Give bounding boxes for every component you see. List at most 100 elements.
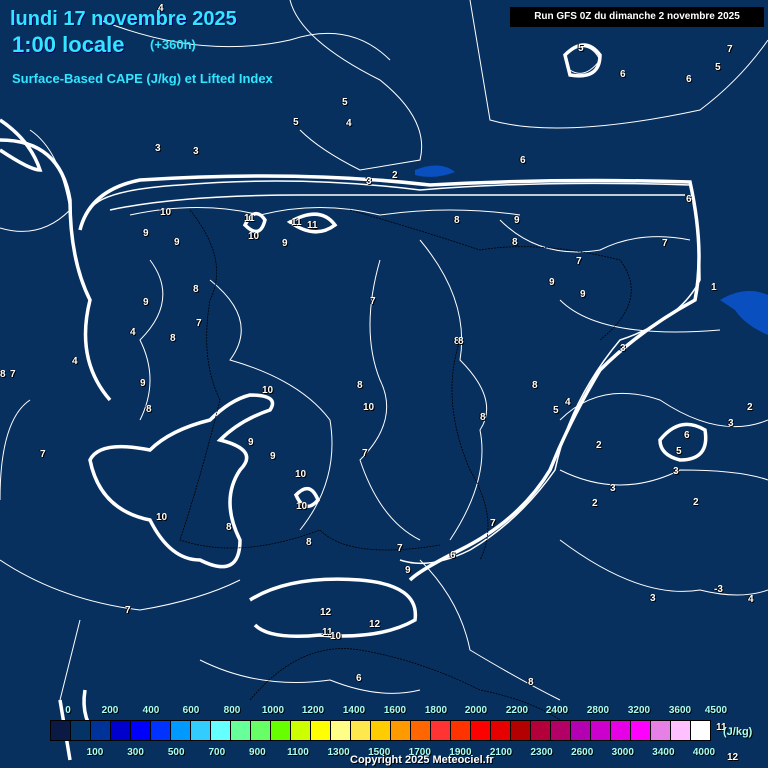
contour-label: 8 (532, 380, 538, 391)
legend-tick-bottom: 2300 (530, 747, 553, 758)
contour-label: 6 (356, 673, 362, 684)
contour-label: 9 (514, 215, 520, 226)
contour-label: 4 (748, 594, 754, 605)
legend-swatch (191, 721, 211, 740)
copyright: Copyright 2025 Meteociel.fr (350, 754, 494, 766)
legend-swatch (231, 721, 251, 740)
forecast-time: 1:00 locale (12, 32, 125, 57)
contour-label: 4 (130, 327, 136, 338)
contour-label: 8 (512, 237, 518, 248)
contour-label: 9 (549, 277, 555, 288)
contour-label: -3 (714, 584, 723, 595)
contour-label: 3 (193, 146, 199, 157)
contour-label: 5 (293, 117, 299, 128)
legend-swatch (171, 721, 191, 740)
legend-tick-top: 2400 (545, 705, 569, 716)
contour-label: 10 (160, 207, 172, 218)
contour-label: 9 (140, 378, 146, 389)
legend-swatch (351, 721, 371, 740)
contour-label: 6 (686, 74, 692, 85)
legend-swatch (431, 721, 451, 740)
legend-tick-top: 1200 (301, 705, 325, 716)
contour-label: 11 (307, 220, 318, 231)
model-run-label: Run GFS 0Z du dimanche 2 novembre 2025 (510, 7, 764, 27)
contour-label: 7 (10, 369, 16, 380)
sea-cape-patch (720, 291, 768, 335)
contour-label: 8 (357, 380, 363, 391)
legend-tick-bottom: 1300 (327, 747, 350, 758)
contour-label: 8 (306, 537, 312, 548)
legend-unit: (J/kg) (723, 726, 753, 738)
contour-label: 12 (369, 619, 381, 630)
legend-swatch (671, 721, 691, 740)
cape-color-legend (50, 720, 711, 741)
legend-tick-top: 2000 (464, 705, 488, 716)
contour-label: 5 (578, 43, 584, 54)
legend-tick-bottom: 2600 (571, 747, 594, 758)
contour-label: 8 (170, 333, 176, 344)
contour-label: 3 (155, 143, 161, 154)
contour-label: 7 (662, 238, 668, 249)
contour-label: 9 (405, 565, 411, 576)
legend-tick-top: 2200 (505, 705, 529, 716)
legend-tick-top: 4500 (704, 705, 728, 716)
contour-label: 9 (174, 237, 180, 248)
legend-swatch (691, 721, 710, 740)
contour-label: 11 (244, 213, 255, 224)
contour-label: 9 (580, 289, 586, 300)
legend-swatch (511, 721, 531, 740)
forecast-lead-time: (+360h) (150, 37, 196, 52)
contour-label: 6 (684, 430, 690, 441)
legend-swatch (651, 721, 671, 740)
legend-tick-top: 800 (223, 705, 241, 716)
contour-label: 12 (320, 607, 332, 618)
contour-label: 7 (370, 296, 376, 307)
cape-map (0, 0, 768, 761)
sea-cape-patch (415, 165, 455, 177)
contour-label: 9 (270, 451, 276, 462)
contour-label: 2 (693, 497, 699, 508)
legend-tick-bottom: 900 (249, 747, 266, 758)
contour-label: 10 (262, 385, 274, 396)
legend-swatch (331, 721, 351, 740)
contour-label: 9 (248, 437, 254, 448)
cape-zone-contour (88, 393, 275, 569)
contour-label: 3 (620, 343, 626, 354)
legend-tick-bottom: 3400 (652, 747, 675, 758)
contour-label: 2 (592, 498, 598, 509)
legend-swatch (451, 721, 471, 740)
legend-tick-top: 1400 (342, 705, 366, 716)
contour-label: 6 (450, 550, 456, 561)
contour-label: 8 (0, 369, 6, 380)
contour-label: 8 (193, 284, 199, 295)
legend-tick-top: 0 (65, 705, 71, 716)
contour-label: 3 (673, 466, 679, 477)
legend-tick-bottom: 4000 (692, 747, 716, 758)
contour-label: 2 (747, 402, 753, 413)
contour-label: 1 (711, 282, 717, 293)
legend-tick-bottom: 100 (86, 747, 104, 758)
legend-tick-bottom: 300 (127, 747, 144, 758)
legend-swatch (291, 721, 311, 740)
contour-label: 8 (528, 677, 534, 688)
contour-label: 8 (146, 404, 152, 415)
cape-zone-contour (658, 422, 708, 462)
contour-label: 10 (330, 631, 342, 642)
legend-swatch (531, 721, 551, 740)
contour-label: 5 (676, 446, 682, 457)
forecast-date: lundi 17 novembre 2025 (10, 8, 237, 30)
contour-label: 6 (686, 194, 692, 205)
legend-tick-top: 1600 (383, 705, 407, 716)
border-line (451, 339, 489, 561)
legend-tick-top: 600 (182, 705, 200, 716)
legend-tick-top: 400 (142, 705, 160, 716)
legend-tick-bottom: 1100 (287, 747, 309, 758)
contour-label: 9 (282, 238, 288, 249)
contour-label: 7 (40, 449, 46, 460)
contour-label: 12 (727, 752, 739, 763)
legend-swatch (71, 721, 91, 740)
contour-label: 4 (346, 118, 352, 129)
lifted-index-zero-line (0, 138, 112, 402)
contour-label: 9 (143, 228, 149, 239)
legend-swatch (251, 721, 271, 740)
